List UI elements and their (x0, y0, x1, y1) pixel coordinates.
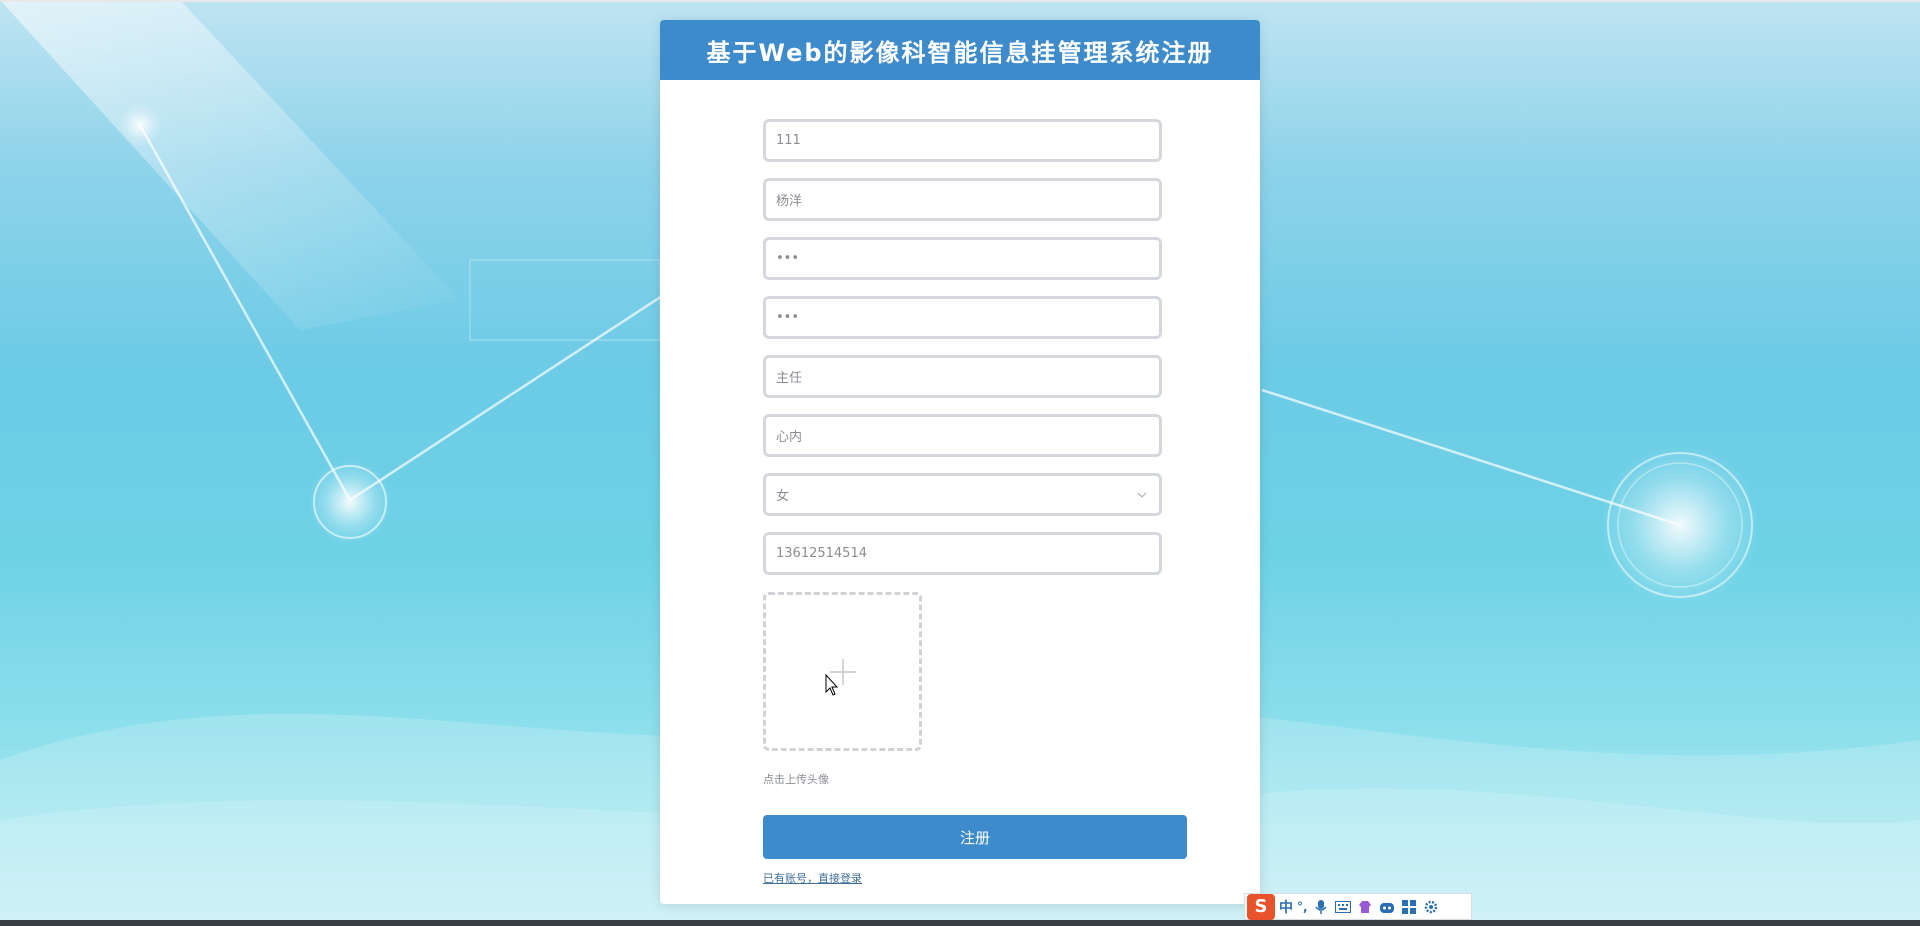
microphone-icon[interactable] (1312, 898, 1330, 916)
username-field[interactable] (763, 119, 1162, 162)
robot-icon[interactable] (1378, 898, 1396, 916)
skin-icon[interactable] (1356, 898, 1374, 916)
position-field[interactable] (763, 355, 1162, 398)
punctuation-toggle[interactable]: °, (1297, 900, 1308, 914)
confirm-password-input[interactable]: ••• (776, 310, 799, 325)
department-input[interactable] (776, 428, 1159, 443)
confirm-password-field[interactable]: ••• (763, 296, 1162, 339)
keyboard-icon[interactable] (1334, 898, 1352, 916)
phone-input[interactable] (776, 546, 1159, 561)
upload-avatar-tip: 点击上传头像 (763, 773, 829, 786)
position-input[interactable] (776, 369, 1159, 384)
password-field[interactable]: ••• (763, 237, 1162, 280)
grid-icon[interactable] (1400, 898, 1418, 916)
ime-mode-toggle[interactable]: 中 (1279, 897, 1293, 917)
ime-toolbar: S 中 °, (1244, 893, 1472, 920)
register-card: 基于Web的影像科智能信息挂管理系统注册 ••• ••• 女 点击上传头像 注册… (660, 20, 1260, 904)
department-field[interactable] (763, 414, 1162, 457)
login-link[interactable]: 已有账号，直接登录 (763, 870, 862, 886)
password-input[interactable]: ••• (776, 251, 799, 266)
register-title-bar: 基于Web的影像科智能信息挂管理系统注册 (660, 20, 1260, 80)
gender-select[interactable]: 女 (763, 473, 1162, 516)
chevron-down-icon (1137, 492, 1147, 498)
register-title: 基于Web的影像科智能信息挂管理系统注册 (706, 38, 1214, 67)
top-border (0, 0, 1920, 2)
register-button[interactable]: 注册 (763, 815, 1187, 859)
real-name-input[interactable] (776, 192, 1159, 207)
sogou-logo-icon[interactable]: S (1247, 893, 1275, 920)
username-input[interactable] (776, 133, 1159, 148)
taskbar-edge (0, 920, 1920, 926)
settings-icon[interactable] (1422, 898, 1440, 916)
gender-selected-value: 女 (776, 489, 790, 504)
phone-field[interactable] (763, 532, 1162, 575)
mouse-cursor-icon (825, 674, 839, 696)
avatar-upload[interactable] (763, 592, 922, 751)
real-name-field[interactable] (763, 178, 1162, 221)
